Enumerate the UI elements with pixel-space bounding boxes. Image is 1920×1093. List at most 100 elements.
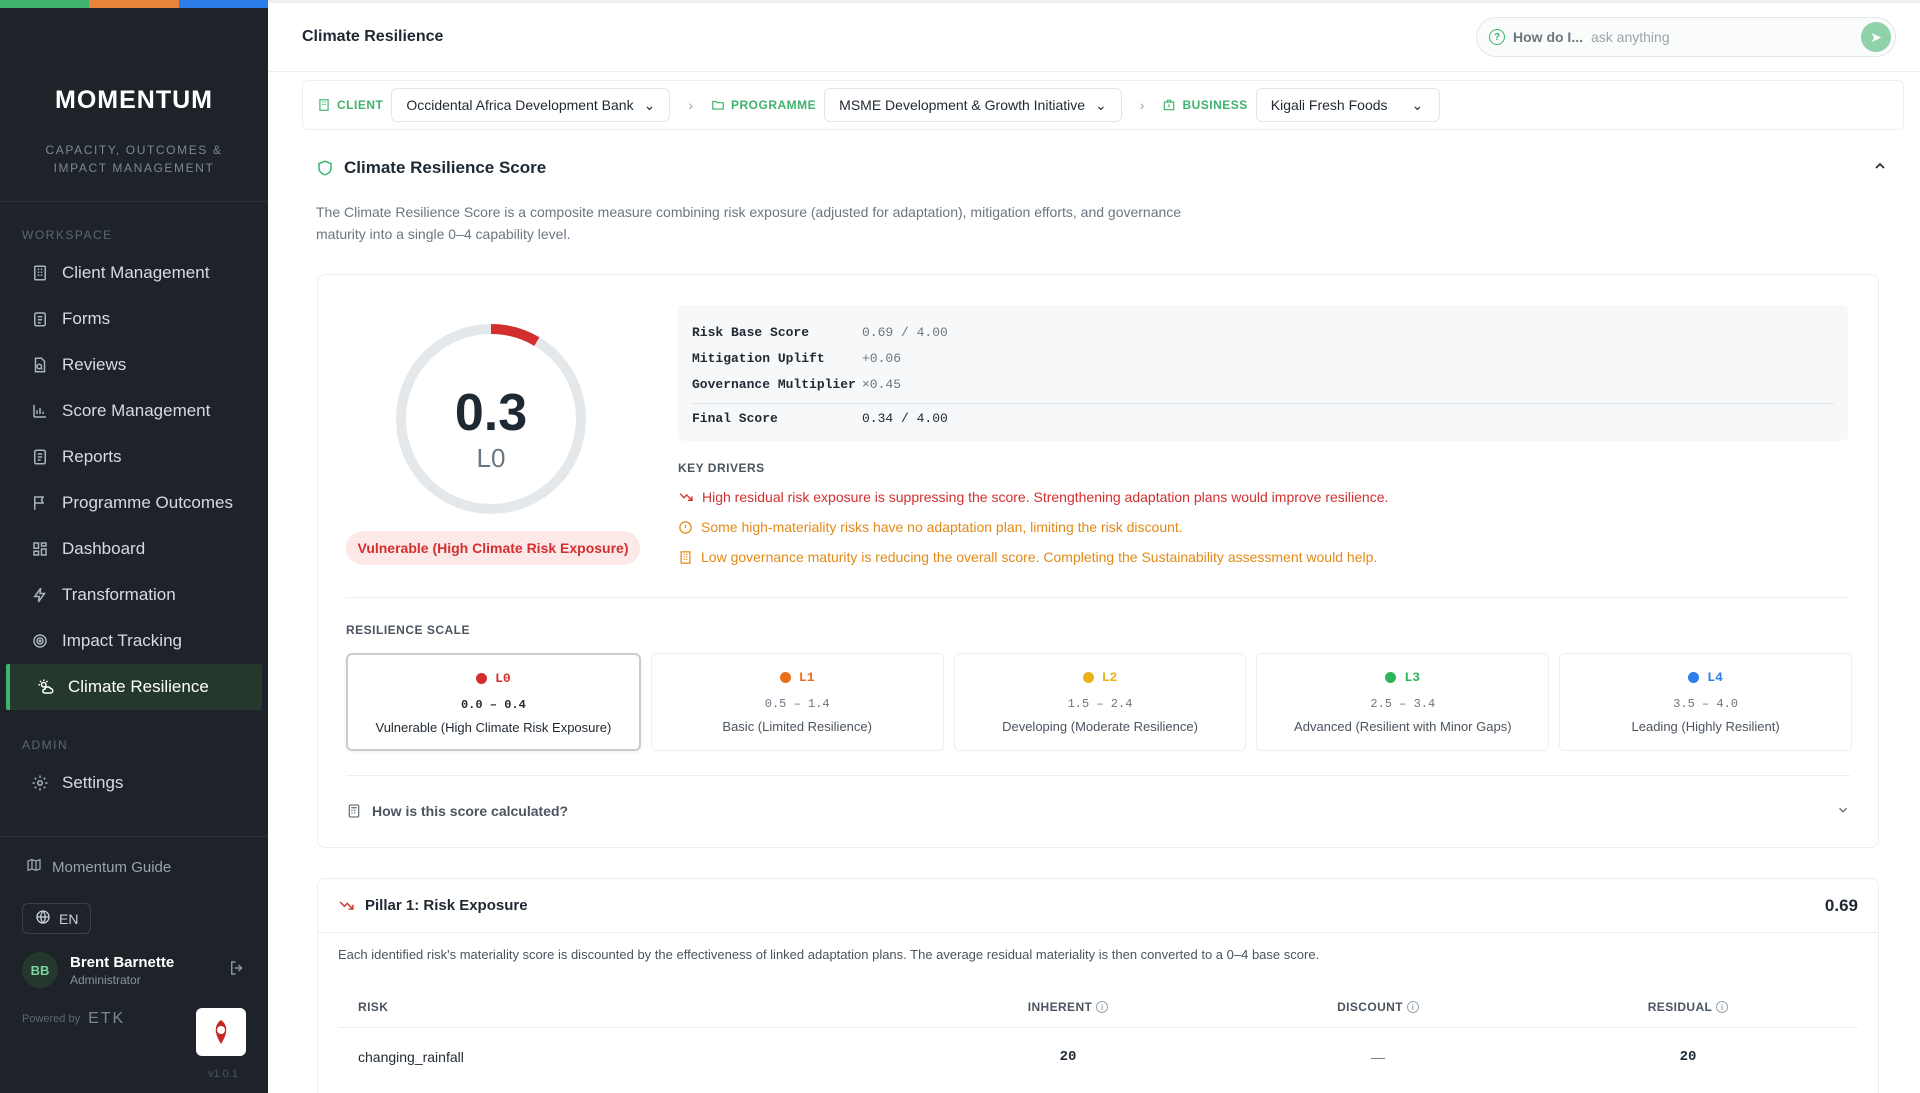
sun-cloud-icon (36, 677, 56, 697)
breakdown-row: Risk Base Score 0.69 / 4.00 (692, 324, 948, 340)
sidebar-item-forms[interactable]: Forms (0, 296, 268, 342)
avatar[interactable]: BB (22, 952, 58, 988)
score-card: 0.3 L0 Vulnerable (High Climate Risk Exp… (317, 274, 1879, 848)
sidebar-item-reviews[interactable]: Reviews (0, 342, 268, 388)
map-icon (26, 857, 42, 877)
chevron-up-icon[interactable] (1872, 158, 1888, 179)
residual-value: 20 (1679, 1049, 1697, 1065)
status-badge: Vulnerable (High Climate Risk Exposure) (346, 531, 640, 565)
sidebar-item-dashboard[interactable]: Dashboard (0, 526, 268, 572)
level-dot (779, 672, 791, 683)
programme-select[interactable]: MSME Development & Growth Initiative ⌄ (824, 88, 1122, 122)
main-content: Climate Resilience ? How do I... ➤ CLIEN… (268, 0, 1920, 1093)
scale-level-l1[interactable]: L1 0.5 – 1.4 Basic (Limited Resilience) (650, 653, 944, 751)
score-section: Climate Resilience Score The Climate Res… (316, 143, 1888, 245)
sidebar-item-impact-tracking[interactable]: Impact Tracking (0, 618, 268, 664)
grid-icon (30, 539, 50, 559)
chevron-right-icon: › (1139, 97, 1145, 113)
emblem-logo (196, 1008, 246, 1056)
driver-item: Low governance maturity is reducing the … (678, 549, 1848, 565)
table-header: RISK INHERENT i DISCOUNT i RESIDUAL i (338, 986, 1858, 1028)
help-icon: ? (1489, 29, 1505, 45)
pillar-header[interactable]: Pillar 1: Risk Exposure 0.69 (318, 879, 1878, 933)
globe-icon (35, 909, 51, 928)
trend-down-icon (339, 901, 354, 910)
user-name: Brent Barnette (70, 953, 175, 971)
momentum-guide-link[interactable]: Momentum Guide (0, 837, 268, 897)
level-dot (476, 673, 488, 684)
sidebar-item-label: Programme Outcomes (62, 493, 233, 512)
logo[interactable]: MOMENTUM (0, 86, 268, 115)
sidebar-item-score-management[interactable]: Score Management (0, 388, 268, 434)
level-range: 3.5 – 4.0 (1673, 697, 1738, 711)
lightning-icon (30, 585, 50, 605)
info-icon[interactable]: i (1406, 1001, 1419, 1014)
driver-item: Some high-materiality risks have no adap… (678, 519, 1848, 535)
pillar-description: Each identified risk's materiality score… (338, 947, 1320, 962)
shield-icon (318, 160, 332, 176)
sidebar-item-label: Impact Tracking (62, 631, 182, 650)
user-role: Administrator (70, 972, 141, 987)
sidebar-item-programme-outcomes[interactable]: Programme Outcomes (0, 480, 268, 526)
brand: MOMENTUM CAPACITY, OUTCOMES & IMPACT MAN… (0, 8, 268, 177)
chevron-down-icon (1836, 803, 1850, 820)
scale-label: RESILIENCE SCALE (346, 623, 471, 637)
etk-logo: ETK (88, 1010, 126, 1027)
scale-level-l3[interactable]: L3 2.5 – 3.4 Advanced (Resilient with Mi… (1256, 653, 1550, 751)
breakdown-row: Mitigation Uplift +0.06 (692, 350, 902, 366)
chevron-down-icon: ⌄ (643, 96, 656, 113)
risk-name: changing_rainfall (358, 1049, 464, 1065)
resilience-scale: L0 0.0 – 0.4 Vulnerable (High Climate Ri… (346, 653, 1852, 751)
business-select[interactable]: Kigali Fresh Foods ⌄ (1255, 88, 1441, 122)
sidebar-item-settings[interactable]: Settings (0, 760, 268, 806)
language-switcher[interactable]: EN (22, 903, 92, 934)
table-row: changing_rainfall 20 — 20 (338, 1028, 1858, 1086)
context-breadcrumb: CLIENT Occidental Africa Development Ban… (302, 80, 1904, 130)
level-desc: Leading (Highly Resilient) (1631, 719, 1780, 734)
sidebar-item-label: Score Management (62, 401, 211, 420)
sidebar: MOMENTUM CAPACITY, OUTCOMES & IMPACT MAN… (0, 0, 268, 1093)
tagline: CAPACITY, OUTCOMES & IMPACT MANAGEMENT (45, 143, 223, 175)
sidebar-item-climate-resilience[interactable]: Climate Resilience (6, 664, 262, 710)
breakdown-row: Governance Multiplier ×0.45 (692, 376, 902, 392)
ask-input[interactable] (1591, 29, 1861, 45)
scale-level-l2[interactable]: L2 1.5 – 2.4 Developing (Moderate Resili… (953, 653, 1247, 751)
sidebar-item-label: Transformation (62, 585, 176, 604)
powered-by: Powered by ETK (22, 1010, 126, 1027)
scale-level-l0[interactable]: L0 0.0 – 0.4 Vulnerable (High Climate Ri… (346, 653, 641, 751)
accent-bar (0, 0, 268, 8)
section-description: The Climate Resilience Score is a compos… (316, 204, 1182, 242)
building-icon (30, 263, 50, 283)
business-label: BUSINESS (1162, 98, 1247, 112)
scale-level-l4[interactable]: L4 3.5 – 4.0 Leading (Highly Resilient) (1559, 653, 1852, 751)
how-calc-label: How is this score calculated? (372, 803, 569, 819)
how-calculated-toggle[interactable]: How is this score calculated? (346, 789, 1850, 833)
sidebar-item-client-management[interactable]: Client Management (0, 250, 268, 296)
sidebar-item-reports[interactable]: Reports (0, 434, 268, 480)
pillar-risk-exposure: Pillar 1: Risk Exposure 0.69 Each identi… (317, 878, 1879, 1093)
client-select[interactable]: Occidental Africa Development Bank ⌄ (391, 88, 671, 122)
sidebar-item-transformation[interactable]: Transformation (0, 572, 268, 618)
guide-label: Momentum Guide (52, 858, 172, 876)
programme-label: PROGRAMME (711, 98, 816, 112)
send-icon[interactable]: ➤ (1861, 22, 1891, 52)
info-icon[interactable]: i (1716, 1001, 1729, 1014)
level-dot (1688, 672, 1700, 683)
driver-item: High residual risk exposure is suppressi… (678, 489, 1848, 505)
score-section-header[interactable]: Climate Resilience Score (316, 143, 1888, 193)
discount-value: — (1371, 1049, 1385, 1065)
page-header: Climate Resilience ? How do I... ➤ (268, 0, 1920, 72)
level-range: 2.5 – 3.4 (1370, 697, 1436, 711)
section-title: Climate Resilience Score (344, 158, 547, 177)
sidebar-item-label: Client Management (62, 263, 210, 282)
chevron-right-icon: › (688, 97, 693, 113)
store-icon (1164, 99, 1175, 111)
gear-icon (30, 773, 50, 793)
level-dot (1385, 672, 1397, 683)
logout-icon[interactable] (228, 959, 246, 982)
flag-icon (30, 493, 50, 513)
info-icon[interactable]: i (1096, 1001, 1109, 1014)
sidebar-item-label: Reports (62, 447, 122, 466)
user-profile: BB Brent Barnette Administrator (0, 940, 268, 1000)
ask-assistant: ? How do I... ➤ (1476, 17, 1896, 57)
